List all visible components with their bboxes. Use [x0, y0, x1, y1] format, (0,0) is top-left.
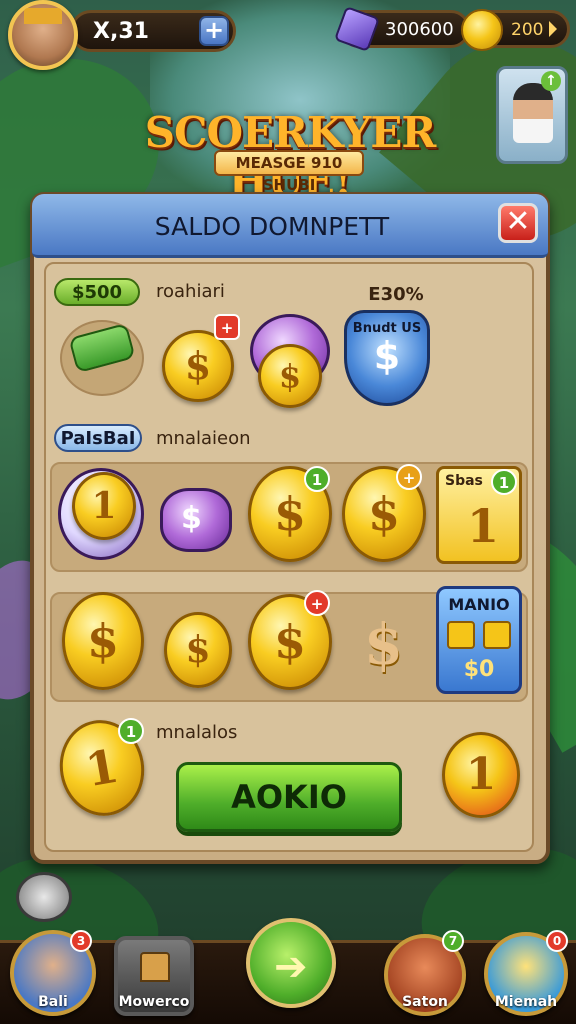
purple-pouch[interactable]: $: [160, 488, 232, 552]
coin-symbol: $: [278, 357, 302, 395]
item-badge: +: [214, 314, 240, 340]
price-tag: $500: [54, 278, 140, 306]
panel-header: SALDO DOMNPETT ✕: [32, 194, 548, 258]
okay-button[interactable]: AOKIO: [176, 762, 402, 832]
green-key-icon: [68, 322, 136, 374]
row1-label: roahiari: [156, 281, 225, 302]
bonus-tag: E30%: [368, 284, 424, 305]
manio-card-title: MANIO: [448, 595, 510, 614]
gold-coin[interactable]: 1: [72, 472, 136, 540]
shield-text: Bnudt US: [352, 321, 422, 336]
item-slot[interactable]: [60, 320, 144, 396]
nav-badge: 3: [70, 930, 92, 952]
gold-counter[interactable]: 200: [461, 9, 570, 51]
coin-symbol: $: [181, 501, 202, 536]
game-logo-subtitle: MEASGE 910 SHUBI: [214, 150, 364, 194]
section-label: mnalaieon: [156, 428, 251, 449]
house-icon: [140, 952, 170, 982]
settings-button[interactable]: [16, 872, 72, 922]
item-badge: 1: [118, 718, 144, 744]
bonus-card[interactable]: Sbas 1 1: [436, 466, 522, 564]
star-icon: [483, 621, 511, 649]
coins-counter: X,31 +: [70, 10, 236, 52]
coin-symbol: $: [86, 614, 119, 668]
manio-card-value: $0: [463, 657, 495, 682]
nav-label: Miemah: [494, 994, 558, 1010]
friend-card[interactable]: ↑: [496, 66, 568, 164]
gold-coin[interactable]: $: [258, 344, 322, 408]
gold-coin[interactable]: $: [162, 330, 234, 402]
dollar-icon: $: [373, 334, 401, 378]
nav-badge: 0: [546, 930, 568, 952]
player-avatar[interactable]: [8, 0, 78, 70]
item-badge: +: [396, 464, 422, 490]
item-badge: 1: [304, 466, 330, 492]
add-coins-button[interactable]: +: [199, 16, 229, 46]
coins-value: X,31: [93, 19, 149, 44]
star-icon: [447, 621, 475, 649]
gold-coin[interactable]: $: [164, 612, 232, 688]
red-gold-coin[interactable]: 1: [442, 732, 520, 818]
gold-coin[interactable]: $: [62, 592, 144, 690]
arrow-right-icon: ➔: [274, 944, 308, 990]
nav-label: Bali: [38, 994, 68, 1010]
gems-counter: 300600: [333, 5, 470, 53]
row4-label: mnalalos: [156, 722, 238, 743]
dollar-icon: $: [364, 612, 403, 678]
nav-label: Mowerco: [118, 994, 190, 1010]
coin-symbol: $: [367, 487, 400, 541]
panel-title: SALDO DOMNPETT: [154, 212, 390, 241]
gold-coin-icon: [461, 9, 503, 51]
friend-avatar: [513, 83, 553, 143]
section-tag: PaIsBaI: [54, 424, 142, 452]
gold-value: 200: [511, 20, 544, 40]
bonus-card-value: 1: [467, 499, 500, 553]
item-badge: +: [304, 590, 330, 616]
manio-card[interactable]: MANIO $0: [436, 586, 522, 694]
coin-symbol: $: [273, 615, 306, 669]
nav-badge: 7: [442, 930, 464, 952]
chevron-right-icon: [549, 21, 557, 37]
close-button[interactable]: ✕: [498, 203, 538, 243]
nav-play-button[interactable]: ➔: [246, 918, 336, 1008]
arrow-up-icon: ↑: [541, 71, 561, 91]
coin-symbol: $: [184, 343, 212, 388]
bonus-card-label: Sbas: [445, 473, 483, 489]
coin-symbol: $: [185, 629, 211, 671]
nav-label: Saton: [402, 994, 448, 1010]
coin-symbol: $: [273, 487, 306, 541]
gems-value: 300600: [385, 19, 454, 40]
card-badge: 1: [491, 469, 517, 495]
shield-item[interactable]: Bnudt US $: [344, 310, 430, 406]
